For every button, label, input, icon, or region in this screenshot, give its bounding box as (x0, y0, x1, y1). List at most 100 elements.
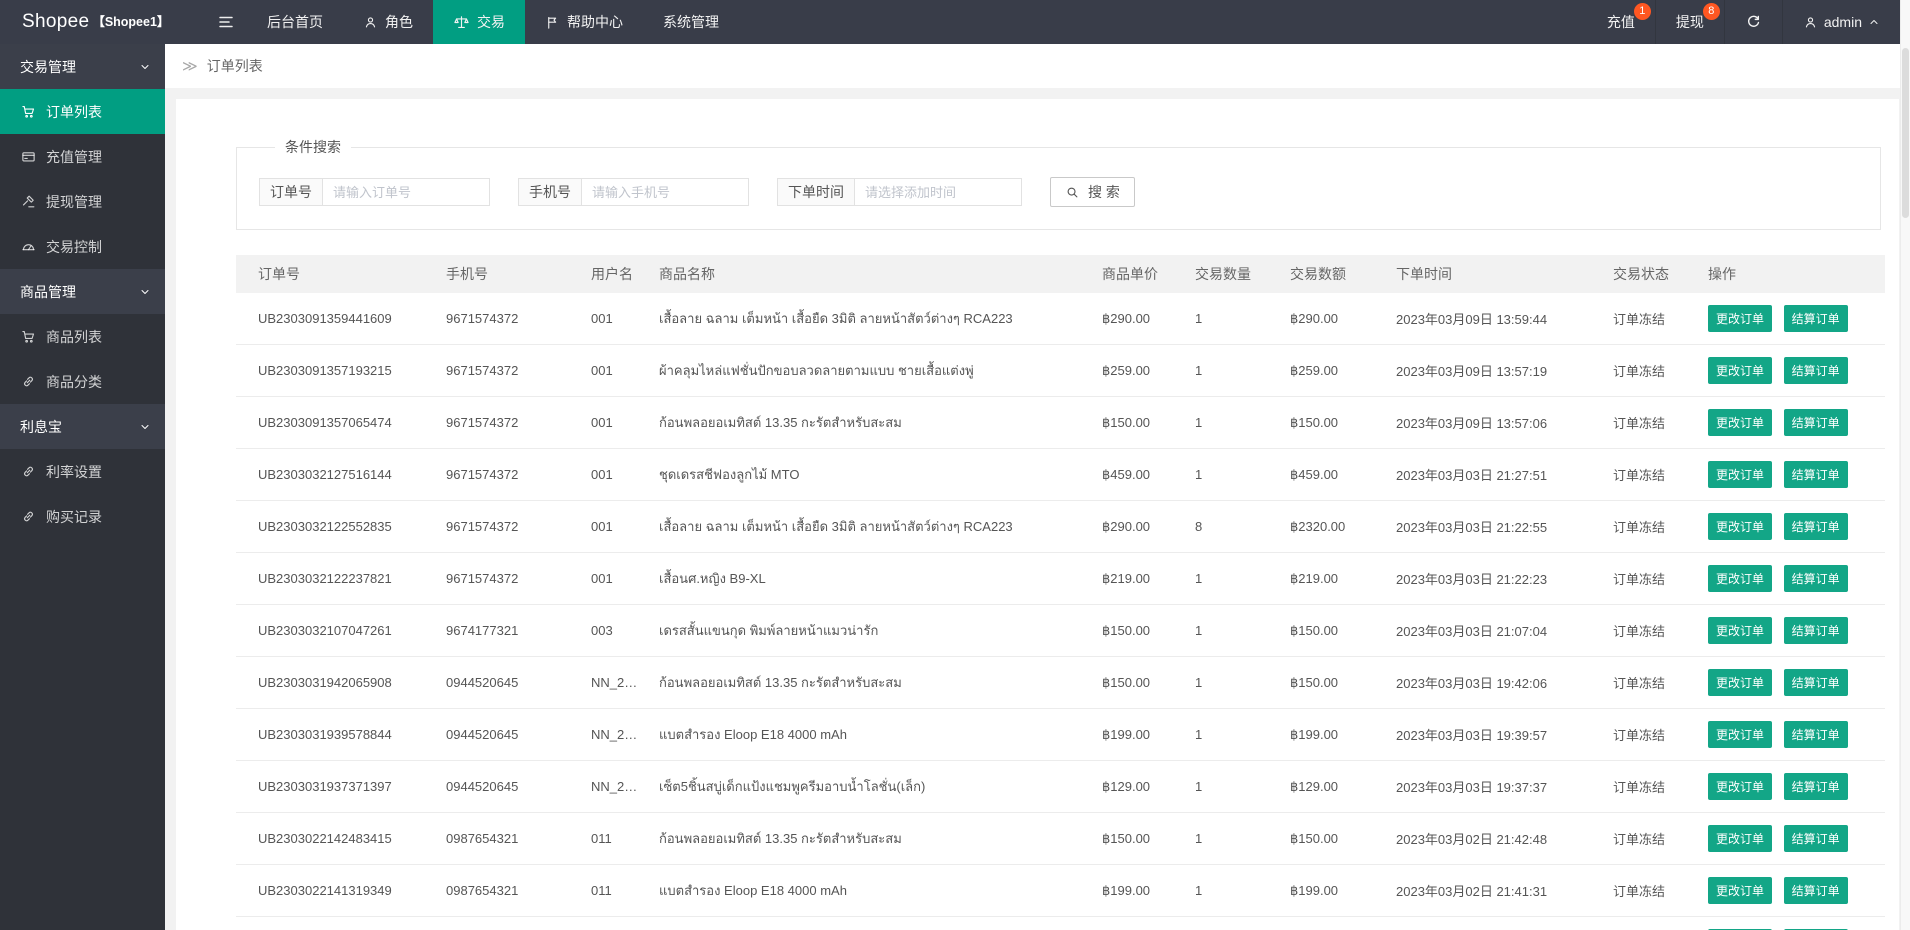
order-no-cell: UB2303091359441609 (236, 293, 438, 345)
amount-cell: ฿199.00 (1282, 864, 1388, 917)
modify-order-button[interactable]: 更改订单 (1708, 461, 1773, 488)
sidebar-item-label: 商品分类 (46, 373, 102, 390)
search-panel: 条件搜索 订单号 手机号 下单时间 (236, 137, 1881, 230)
menu-toggle-icon[interactable] (205, 0, 247, 44)
phone-cell: 0987654321 (438, 864, 583, 917)
recharge-label: 充值 (1606, 14, 1635, 30)
col-header-amount: 交易数额 (1282, 255, 1388, 293)
phone-cell: 9671574372 (438, 293, 583, 345)
sidebar-item-withdraw-management[interactable]: 提现管理 (0, 179, 165, 224)
order-time-input[interactable] (854, 178, 1022, 206)
amount-cell: ฿150.00 (1282, 396, 1388, 449)
status-cell: 订单冻结 (1605, 916, 1700, 930)
sidebar-item-recharge-management[interactable]: 充值管理 (0, 134, 165, 179)
username-cell: 001 (583, 448, 651, 501)
sidebar-item-product-list[interactable]: 商品列表 (0, 314, 165, 359)
settle-order-button[interactable]: 结算订单 (1783, 565, 1848, 592)
order-time-cell: 2023年03月03日 19:42:06 (1388, 656, 1605, 709)
status-cell: 订单冻结 (1605, 760, 1700, 813)
phone-input[interactable] (581, 178, 749, 206)
unit-price-cell: ฿199.00 (1094, 864, 1187, 917)
nav-item-roles[interactable]: 角色 (343, 0, 433, 44)
settle-order-button[interactable]: 结算订单 (1783, 721, 1848, 748)
operations-cell: 更改订单 结算订单 (1700, 293, 1885, 345)
nav-item-trade[interactable]: 交易 (433, 0, 525, 44)
order-no-cell: UB2303031939578844 (236, 708, 438, 761)
settle-order-button[interactable]: 结算订单 (1783, 617, 1848, 644)
refresh-button[interactable] (1723, 0, 1782, 44)
order-table-row: UB2303032122552835 9671574372 001 เสื้อล… (236, 500, 1885, 553)
settle-order-button[interactable]: 结算订单 (1783, 513, 1848, 540)
status-cell: 订单冻结 (1605, 864, 1700, 917)
search-panel-legend: 条件搜索 (285, 139, 341, 155)
nav-label: 系统管理 (663, 14, 719, 30)
sidebar-item-trade-control[interactable]: 交易控制 (0, 224, 165, 269)
nav-item-system[interactable]: 系统管理 (643, 0, 739, 44)
operations-cell: 更改订单 结算订单 (1700, 500, 1885, 553)
sidebar-group-product-management[interactable]: 商品管理 (0, 269, 165, 314)
modify-order-button[interactable]: 更改订单 (1708, 513, 1773, 540)
sidebar-group-label: 利息宝 (20, 418, 62, 435)
sidebar-item-purchase-records[interactable]: 购买记录 (0, 494, 165, 539)
scales-icon (453, 14, 470, 31)
sidebar-item-label: 订单列表 (46, 103, 102, 120)
phone-cell: 9674177321 (438, 604, 583, 657)
col-header-operations: 操作 (1700, 255, 1885, 293)
order-table-row: UB2303032127516144 9671574372 001 ชุดเดร… (236, 448, 1885, 501)
order-no-field-group: 订单号 (259, 178, 490, 206)
modify-order-button[interactable]: 更改订单 (1708, 305, 1773, 332)
modify-order-button[interactable]: 更改订单 (1708, 825, 1773, 852)
order-no-input[interactable] (322, 178, 490, 206)
settle-order-button[interactable]: 结算订单 (1783, 825, 1848, 852)
sidebar-group-trade-management[interactable]: 交易管理 (0, 44, 165, 89)
settle-order-button[interactable]: 结算订单 (1783, 461, 1848, 488)
order-time-cell: 2023年03月02日 21:42:48 (1388, 812, 1605, 865)
nav-item-help-center[interactable]: 帮助中心 (525, 0, 643, 44)
recharge-button[interactable]: 充值 1 (1587, 0, 1655, 44)
order-no-cell: UB2303022141319349 (236, 864, 438, 917)
settle-order-button[interactable]: 结算订单 (1783, 409, 1848, 436)
gavel-icon (20, 194, 36, 209)
modify-order-button[interactable]: 更改订单 (1708, 773, 1773, 800)
order-table-row: UB2303022142483415 0987654321 011 ก้อนพล… (236, 812, 1885, 865)
username-cell: 011 (583, 864, 651, 917)
withdraw-button[interactable]: 提现 8 (1654, 0, 1724, 44)
sidebar-item-rate-settings[interactable]: 利率设置 (0, 449, 165, 494)
app-logo[interactable]: Shopee 【Shopee1】 (0, 0, 169, 44)
username-cell: NN_2kv0u (583, 760, 651, 813)
username-cell: NN_2kv0u (583, 656, 651, 709)
nav-label: 交易 (477, 14, 505, 30)
settle-order-button[interactable]: 结算订单 (1783, 357, 1848, 384)
product-name-cell: ผ้าคลุมไหล่แฟชั่นปักขอบลวดลายตามแบบ ชายเ… (651, 344, 1094, 397)
modify-order-button[interactable]: 更改订单 (1708, 877, 1773, 904)
sidebar-item-product-category[interactable]: 商品分类 (0, 359, 165, 404)
vertical-scrollbar[interactable] (1900, 0, 1910, 930)
quantity-cell: 1 (1187, 708, 1282, 761)
settle-order-button[interactable]: 结算订单 (1783, 773, 1848, 800)
username-cell: 001 (583, 293, 651, 345)
user-menu[interactable]: admin (1781, 0, 1900, 44)
settle-order-button[interactable]: 结算订单 (1783, 877, 1848, 904)
modify-order-button[interactable]: 更改订单 (1708, 357, 1773, 384)
settle-order-button[interactable]: 结算订单 (1783, 305, 1848, 332)
status-cell: 订单冻结 (1605, 812, 1700, 865)
settle-order-button[interactable]: 结算订单 (1783, 669, 1848, 696)
quantity-cell: 1 (1187, 604, 1282, 657)
sidebar-item-order-list[interactable]: 订单列表 (0, 89, 165, 134)
modify-order-button[interactable]: 更改订单 (1708, 721, 1773, 748)
quantity-cell: 1 (1187, 552, 1282, 605)
modify-order-button[interactable]: 更改订单 (1708, 565, 1773, 592)
amount-cell: ฿150.00 (1282, 656, 1388, 709)
order-no-cell: UB2303031942065908 (236, 656, 438, 709)
modify-order-button[interactable]: 更改订单 (1708, 617, 1773, 644)
modify-order-button[interactable]: 更改订单 (1708, 669, 1773, 696)
search-button[interactable]: 搜 索 (1050, 177, 1135, 207)
order-time-label: 下单时间 (777, 178, 854, 206)
scrollbar-thumb[interactable] (1902, 48, 1909, 218)
nav-item-dashboard[interactable]: 后台首页 (247, 0, 343, 44)
sidebar-group-label: 商品管理 (20, 283, 76, 300)
modify-order-button[interactable]: 更改订单 (1708, 409, 1773, 436)
sidebar-group-interest-treasure[interactable]: 利息宝 (0, 404, 165, 449)
username-cell: NN_2kv0u (583, 708, 651, 761)
phone-cell: 0987654321 (438, 916, 583, 930)
